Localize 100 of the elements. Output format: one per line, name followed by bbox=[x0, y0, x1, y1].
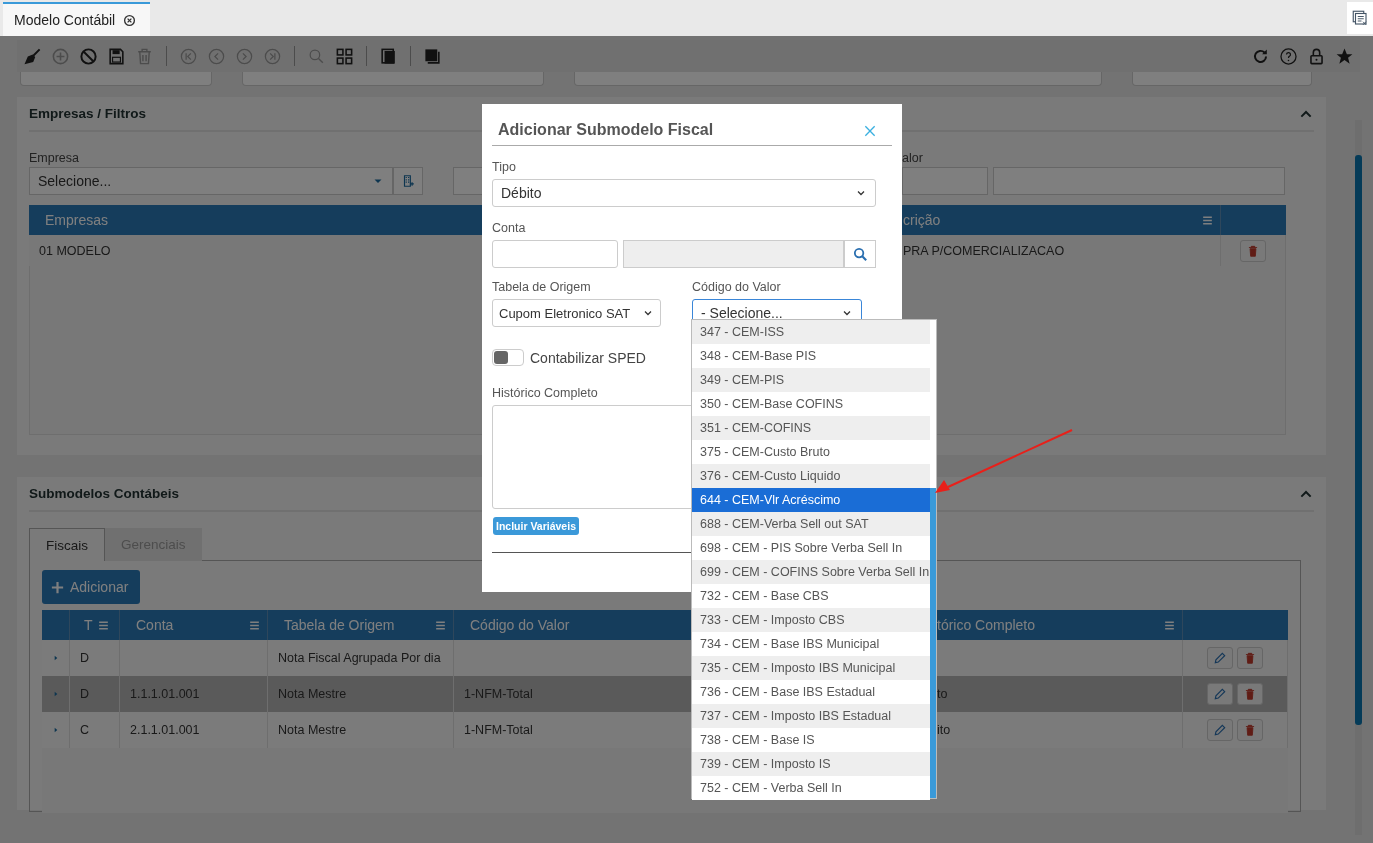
table-cell: Nota Mestre bbox=[278, 687, 347, 701]
table-cell: 1-NFM-Total bbox=[464, 687, 533, 701]
dropdown-option[interactable]: 376 - CEM-Custo Liquido bbox=[692, 464, 930, 488]
table-cell: Nota Fiscal Agrupada Por dia bbox=[278, 651, 441, 665]
scrollbar[interactable] bbox=[1355, 120, 1362, 835]
pencil-icon bbox=[1213, 723, 1227, 737]
previous-icon bbox=[207, 46, 226, 66]
dropdown-option[interactable]: 733 - CEM - Imposto CBS bbox=[692, 608, 930, 632]
edit-button[interactable] bbox=[1207, 683, 1233, 705]
origin-table-select[interactable]: Cupom Eletronico SAT bbox=[492, 299, 661, 327]
help-icon bbox=[1279, 46, 1298, 66]
edit-button[interactable] bbox=[1207, 647, 1233, 669]
dialog-title: Adicionar Submodelo Fiscal bbox=[498, 121, 714, 139]
dropdown-option[interactable]: 644 - CEM-Vlr Acréscimo bbox=[692, 488, 930, 512]
table-cell: Nota Mestre bbox=[278, 723, 347, 737]
first-icon bbox=[179, 46, 198, 66]
pencil-icon bbox=[1213, 651, 1227, 665]
lock-button[interactable] bbox=[1307, 46, 1326, 66]
input-field[interactable] bbox=[242, 72, 544, 86]
expand-icon bbox=[52, 725, 60, 735]
trash-icon bbox=[135, 46, 154, 66]
dropdown-option[interactable]: 739 - CEM - Imposto IS bbox=[692, 752, 930, 776]
table-cell: PRA P/COMERCIALIZACAO bbox=[902, 235, 1221, 266]
tab[interactable]: Fiscais bbox=[29, 528, 105, 561]
dropdown-option[interactable]: 737 - CEM - Imposto IBS Estadual bbox=[692, 704, 930, 728]
search-icon bbox=[851, 245, 869, 263]
toolbar-button[interactable] bbox=[107, 46, 126, 66]
input-field[interactable] bbox=[574, 72, 1102, 86]
plus-icon bbox=[50, 579, 65, 595]
field-label: alor bbox=[902, 151, 923, 165]
delete-button[interactable] bbox=[1237, 683, 1263, 705]
delete-button[interactable] bbox=[1237, 647, 1263, 669]
building-button[interactable] bbox=[393, 167, 423, 195]
trash-icon bbox=[1243, 723, 1257, 737]
trash-icon bbox=[1246, 243, 1260, 258]
field-label: Código do Valor bbox=[692, 280, 781, 295]
document-tab[interactable]: Modelo Contábil bbox=[3, 2, 151, 36]
table-cell: 2.1.1.01.001 bbox=[130, 723, 200, 737]
toolbar-button[interactable] bbox=[79, 46, 98, 66]
input-field[interactable] bbox=[1132, 72, 1312, 86]
delete-button[interactable] bbox=[1240, 239, 1266, 262]
copy-icon bbox=[379, 46, 398, 66]
dropdown-option[interactable]: 735 - CEM - Imposto IBS Municipal bbox=[692, 656, 930, 680]
table-cell: ito bbox=[937, 723, 951, 737]
header-cell bbox=[1221, 205, 1286, 235]
dropdown-option[interactable]: 351 - CEM-COFINS bbox=[692, 416, 930, 440]
expand-icon bbox=[52, 689, 60, 699]
save-icon bbox=[107, 46, 126, 66]
toolbar-button[interactable] bbox=[379, 46, 398, 66]
field-label: Tabela de Origem bbox=[492, 280, 591, 295]
lock-icon bbox=[1307, 46, 1326, 66]
scrollbar-thumb[interactable] bbox=[930, 488, 936, 798]
table-cell: 1-NFM-Total bbox=[464, 723, 533, 737]
close-windows-button[interactable] bbox=[1347, 2, 1373, 34]
dropdown-option[interactable]: 349 - CEM-PIS bbox=[692, 368, 930, 392]
help-button[interactable] bbox=[1279, 46, 1298, 66]
input-field[interactable] bbox=[20, 72, 212, 86]
close-button[interactable] bbox=[862, 123, 878, 139]
type-select[interactable]: Débito bbox=[492, 179, 876, 207]
search-button[interactable] bbox=[844, 240, 876, 268]
field-label: Empresa bbox=[29, 151, 80, 165]
close-icon bbox=[123, 13, 137, 27]
ban-icon bbox=[79, 46, 98, 66]
last-icon bbox=[263, 46, 282, 66]
toggle-switch[interactable] bbox=[492, 349, 524, 366]
input-field[interactable] bbox=[993, 167, 1285, 195]
toolbar-button[interactable] bbox=[23, 46, 42, 66]
table-cell: to bbox=[937, 687, 948, 701]
windows-icon bbox=[1351, 9, 1369, 27]
broom-icon bbox=[23, 46, 42, 66]
trash-icon bbox=[1243, 651, 1257, 665]
account-field[interactable] bbox=[492, 240, 618, 268]
company-select[interactable]: Selecione... bbox=[29, 167, 393, 195]
close-icon bbox=[862, 123, 878, 139]
toggle-label: Contabilizar SPED bbox=[530, 349, 646, 366]
dropdown-option[interactable]: 688 - CEM-Verba Sell out SAT bbox=[692, 512, 930, 536]
account-name-field[interactable] bbox=[623, 240, 844, 268]
grid-icon bbox=[335, 46, 354, 66]
toolbar-button[interactable] bbox=[423, 46, 442, 66]
dropdown-option[interactable]: 699 - CEM - COFINS Sobre Verba Sell In bbox=[692, 560, 930, 584]
panel-title: Submodelos Contábeis bbox=[29, 486, 180, 501]
expand-icon bbox=[52, 653, 60, 663]
field-label: Conta bbox=[492, 221, 526, 236]
dropdown-option[interactable]: 347 - CEM-ISS bbox=[692, 320, 930, 344]
edit-button[interactable] bbox=[1207, 719, 1233, 741]
delete-button[interactable] bbox=[1237, 719, 1263, 741]
tab-label: Modelo Contábil bbox=[14, 12, 116, 28]
plus-icon bbox=[51, 46, 70, 66]
stack-icon bbox=[423, 46, 442, 66]
pencil-icon bbox=[1213, 687, 1227, 701]
table-cell: D bbox=[70, 676, 120, 712]
panel-title: Empresas / Filtros bbox=[29, 106, 147, 121]
building-icon bbox=[401, 173, 415, 189]
toolbar-button[interactable] bbox=[335, 46, 354, 66]
field-label: Histórico Completo bbox=[492, 386, 598, 401]
next-icon bbox=[235, 46, 254, 66]
favorite-button[interactable] bbox=[1335, 46, 1354, 66]
trash-icon bbox=[1243, 687, 1257, 701]
star-icon bbox=[1335, 46, 1354, 66]
input-field[interactable] bbox=[902, 167, 988, 195]
